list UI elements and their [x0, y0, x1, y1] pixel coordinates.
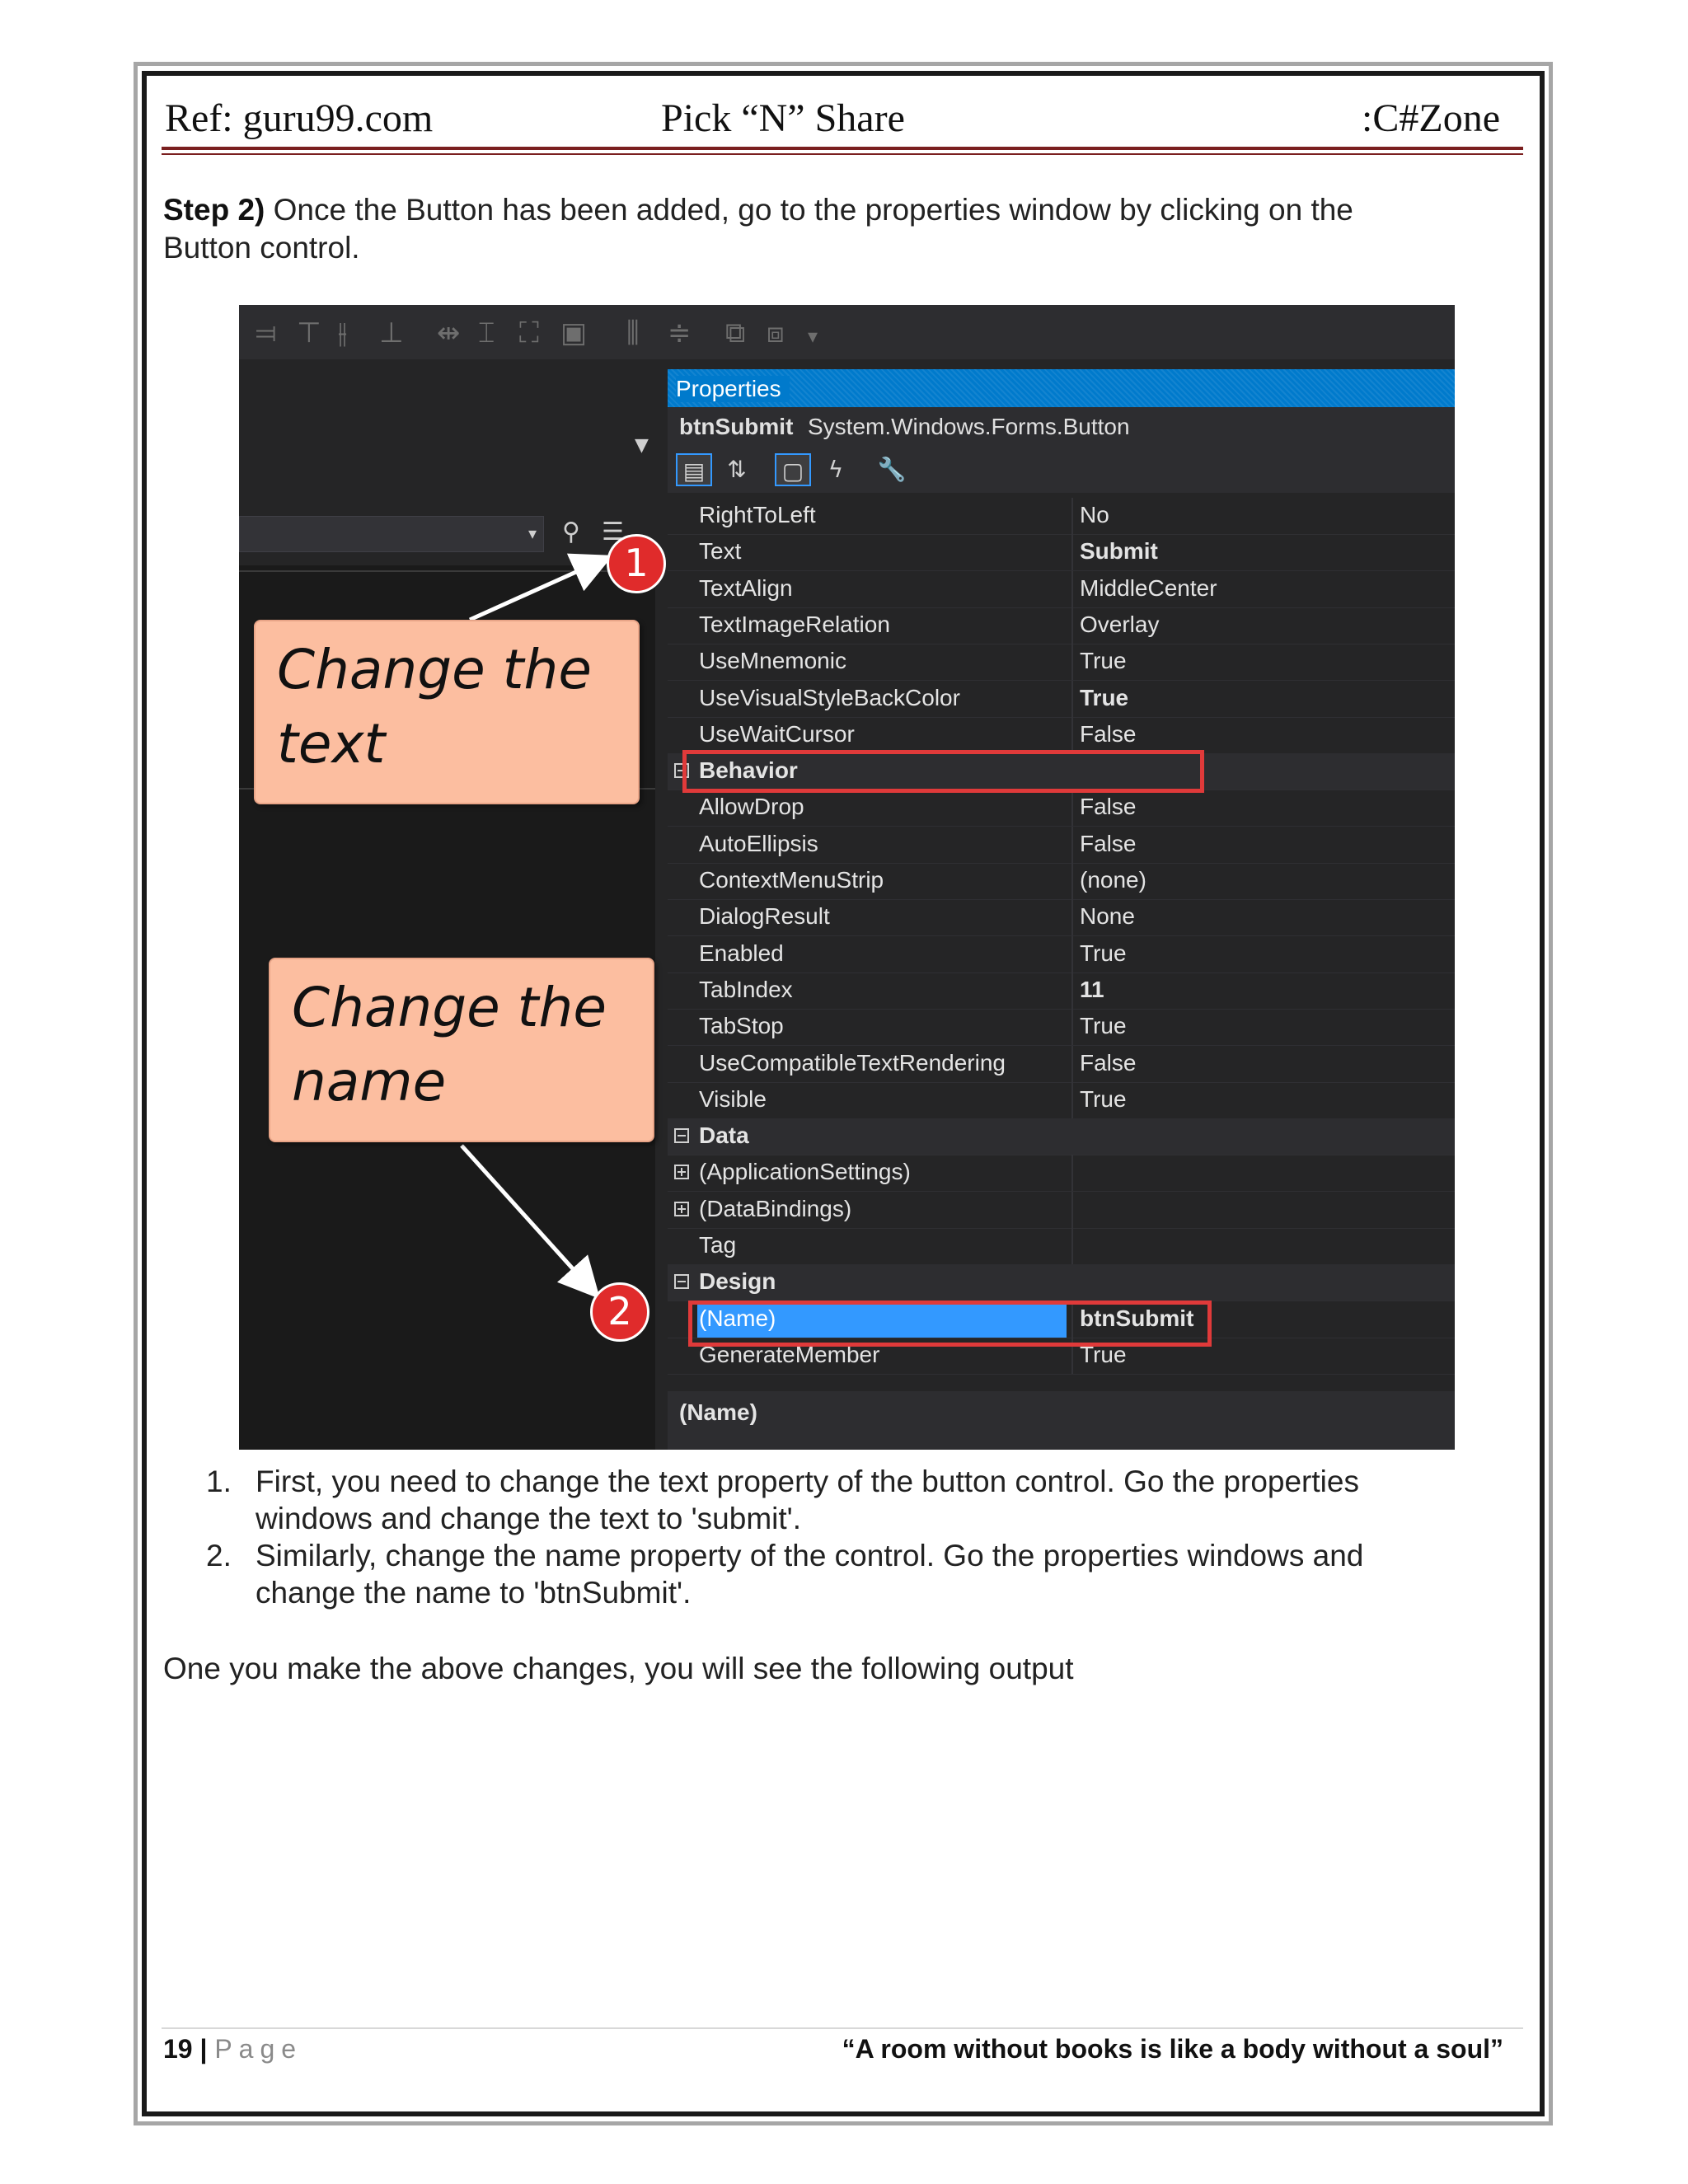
arrow-to-text-row — [468, 553, 613, 622]
callout-arrows — [460, 553, 613, 1300]
footer-rule — [162, 2027, 1523, 2029]
header-zone: :C#Zone — [1362, 96, 1500, 140]
step-label: Step 2) — [163, 193, 265, 227]
list-item-text: Similarly, change the name property of t… — [256, 1539, 1364, 1610]
list-item-number: 1. — [206, 1465, 232, 1498]
intro-text: Once the Button has been added, go to th… — [163, 193, 1353, 265]
page-number: 19 — [163, 2034, 193, 2064]
list-item-number: 2. — [206, 1539, 232, 1572]
page-separator: | — [199, 2034, 208, 2064]
badge-two: 2 — [590, 1282, 649, 1342]
header-title: Pick “N” Share — [661, 96, 905, 140]
list-item: 2. Similarly, change the name property o… — [206, 1537, 1442, 1611]
page-word: Page — [214, 2034, 303, 2064]
badge-one: 1 — [607, 534, 666, 593]
footer-quote: “A room without books is like a body wit… — [842, 2034, 1503, 2064]
page-header: Ref: guru99.com Pick “N” Share :C#Zone — [165, 91, 1500, 148]
callout-name-line-1: Change the — [292, 976, 607, 1039]
header-rule — [162, 147, 1523, 150]
header-ref: Ref: guru99.com — [165, 96, 434, 140]
ide-screenshot: ⫤ ⊤ ⫲ ⊥ ⇹ ⌶ ⛶ ▣ ⫼ ≑ ⧉ ⧈ ▾ ▼ ▾ ⚲ ☰ Proper… — [239, 305, 1455, 1450]
callout-change-text: Change the text — [254, 620, 640, 804]
page-footer-number: 19 | Page — [163, 2034, 302, 2064]
intro-paragraph: Step 2) Once the Button has been added, … — [163, 191, 1449, 267]
callout-text-line-1: Change the — [277, 638, 592, 701]
list-item-text: First, you need to change the text prope… — [256, 1465, 1359, 1535]
callout-name-line-2: name — [292, 1050, 447, 1113]
callout-text-line-2: text — [277, 712, 386, 776]
list-item: 1. First, you need to change the text pr… — [206, 1463, 1442, 1537]
callout-change-name: Change the name — [269, 958, 654, 1142]
outro-paragraph: One you make the above changes, you will… — [163, 1652, 1074, 1685]
steps-list: 1. First, you need to change the text pr… — [206, 1463, 1442, 1611]
header-rule-thin — [162, 153, 1523, 155]
arrow-to-name-row — [460, 1144, 601, 1300]
